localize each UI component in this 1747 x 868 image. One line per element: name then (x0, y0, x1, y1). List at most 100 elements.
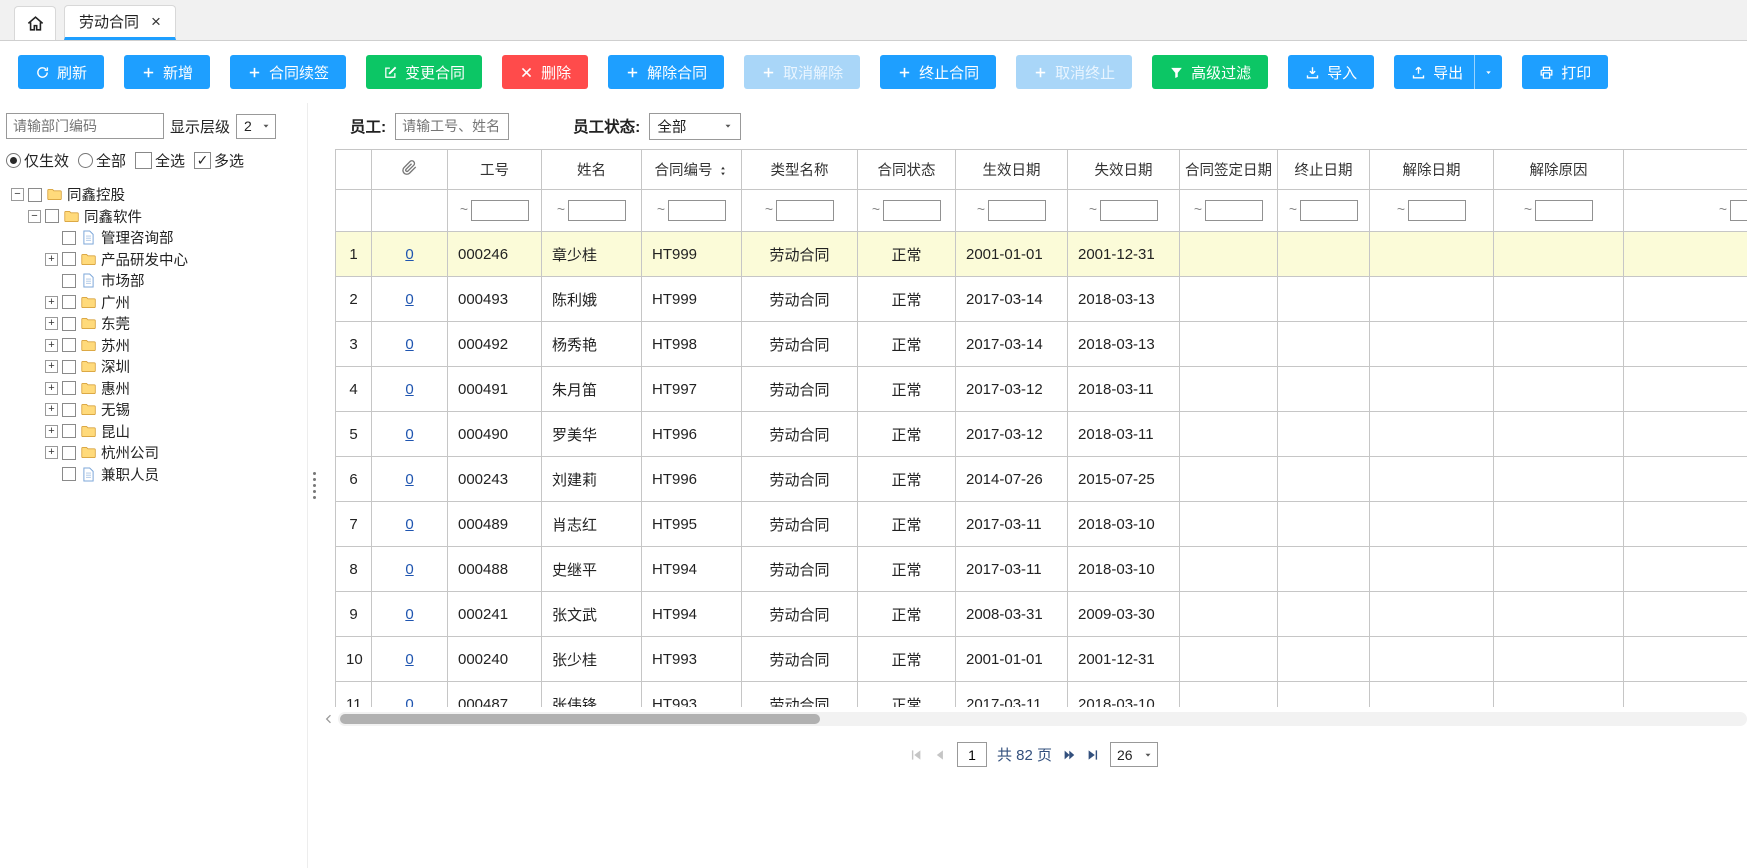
tree-node[interactable]: +无锡 (6, 399, 307, 421)
tree-checkbox[interactable] (62, 317, 76, 331)
contract-renew-button[interactable]: 合同续签 (230, 55, 346, 89)
advanced-filter-button[interactable]: 高级过滤 (1152, 55, 1268, 89)
tree-node[interactable]: − 同鑫控股 (6, 184, 307, 206)
tree-node-label[interactable]: 同鑫软件 (84, 206, 142, 227)
tree-node-label[interactable]: 管理咨询部 (101, 227, 174, 248)
checkbox-multi-select[interactable]: ✓多选 (194, 150, 244, 171)
dept-code-input[interactable] (6, 113, 164, 139)
tree-node[interactable]: + 苏州 (6, 335, 307, 357)
contract-rescind-button[interactable]: 解除合同 (608, 55, 724, 89)
refresh-button[interactable]: 刷新 (18, 55, 104, 89)
tree-node-label[interactable]: 东莞 (101, 313, 130, 334)
tree-node[interactable]: + 东莞 (6, 313, 307, 335)
radio-effective-only[interactable]: 仅生效 (6, 150, 69, 171)
column-header-type_name[interactable]: 类型名称 (742, 150, 858, 190)
column-header-emp_id[interactable]: 工号 (448, 150, 542, 190)
column-filter-input-sign_date[interactable] (1205, 200, 1263, 221)
next-page-button[interactable] (1062, 748, 1076, 762)
table-row[interactable]: 10000246章少桂HT999劳动合同正常2001-01-012001-12-… (336, 232, 1747, 277)
table-row[interactable]: 80000488史继平HT994劳动合同正常2017-03-112018-03-… (336, 547, 1747, 592)
page-size-select[interactable]: 26 (1110, 742, 1158, 767)
tree-checkbox[interactable] (62, 274, 76, 288)
tree-checkbox[interactable] (62, 381, 76, 395)
attachment-count-link[interactable]: 0 (405, 426, 413, 443)
column-filter-input-start_date[interactable] (988, 200, 1046, 221)
tree-checkbox[interactable] (62, 252, 76, 266)
import-button[interactable]: 导入 (1288, 55, 1374, 89)
scrollbar-thumb[interactable] (340, 714, 820, 724)
column-filter-input-extra[interactable] (1730, 200, 1747, 221)
expand-icon[interactable]: + (45, 339, 58, 352)
column-filter-input-end_date[interactable] (1100, 200, 1158, 221)
column-header-attach[interactable] (372, 150, 448, 190)
column-filter-input-type_name[interactable] (776, 200, 834, 221)
attachment-count-link[interactable]: 0 (405, 246, 413, 263)
splitter-handle[interactable] (308, 103, 320, 868)
tree-checkbox[interactable] (45, 209, 59, 223)
table-row[interactable]: 110000487张伟锋HT993劳动合同正常2017-03-112018-03… (336, 682, 1747, 708)
export-button[interactable]: 导出 (1394, 55, 1502, 89)
tab-labor-contract[interactable]: 劳动合同 × (64, 5, 176, 40)
column-header-extra[interactable] (1624, 150, 1747, 190)
column-filter-input-rescind_reason[interactable] (1535, 200, 1593, 221)
table-row[interactable]: 30000492杨秀艳HT998劳动合同正常2017-03-142018-03-… (336, 322, 1747, 367)
column-header-num[interactable] (336, 150, 372, 190)
attachment-count-link[interactable]: 0 (405, 651, 413, 668)
scroll-left-icon[interactable] (322, 712, 336, 726)
attachment-count-link[interactable]: 0 (405, 606, 413, 623)
print-button[interactable]: 打印 (1522, 55, 1608, 89)
export-dropdown[interactable] (1474, 55, 1493, 89)
expand-icon[interactable]: + (45, 296, 58, 309)
level-select[interactable]: 2 (236, 114, 276, 139)
tree-node-label[interactable]: 无锡 (101, 399, 130, 420)
tree-node-label[interactable]: 同鑫控股 (67, 184, 125, 205)
attachment-count-link[interactable]: 0 (405, 471, 413, 488)
tree-node-label[interactable]: 杭州公司 (101, 442, 159, 463)
tree-node[interactable]: + 杭州公司 (6, 442, 307, 464)
attachment-count-link[interactable]: 0 (405, 561, 413, 578)
collapse-icon[interactable]: − (11, 188, 24, 201)
tree-checkbox[interactable] (62, 295, 76, 309)
tree-node[interactable]: 市场部 (6, 270, 307, 292)
tree-checkbox[interactable] (62, 467, 76, 481)
tree-checkbox[interactable] (62, 360, 76, 374)
checkbox-select-all[interactable]: 全选 (135, 150, 185, 171)
contract-terminate-button[interactable]: 终止合同 (880, 55, 996, 89)
column-header-rescind_date[interactable]: 解除日期 (1370, 150, 1494, 190)
attachment-count-link[interactable]: 0 (405, 696, 413, 708)
tree-node-label[interactable]: 苏州 (101, 335, 130, 356)
attachment-count-link[interactable]: 0 (405, 516, 413, 533)
column-header-status[interactable]: 合同状态 (858, 150, 956, 190)
column-header-start_date[interactable]: 生效日期 (956, 150, 1068, 190)
column-filter-input-emp_id[interactable] (471, 200, 529, 221)
tree-checkbox[interactable] (28, 188, 42, 202)
expand-icon[interactable]: + (45, 317, 58, 330)
column-header-sign_date[interactable]: 合同签定日期 (1180, 150, 1278, 190)
table-row[interactable]: 90000241张文武HT994劳动合同正常2008-03-312009-03-… (336, 592, 1747, 637)
sort-icon[interactable] (717, 165, 729, 177)
column-header-rescind_reason[interactable]: 解除原因 (1494, 150, 1624, 190)
table-row[interactable]: 100000240张少桂HT993劳动合同正常2001-01-012001-12… (336, 637, 1747, 682)
tree-checkbox[interactable] (62, 231, 76, 245)
attachment-count-link[interactable]: 0 (405, 381, 413, 398)
add-button[interactable]: 新增 (124, 55, 210, 89)
table-row[interactable]: 70000489肖志红HT995劳动合同正常2017-03-112018-03-… (336, 502, 1747, 547)
expand-icon[interactable]: + (45, 446, 58, 459)
attachment-count-link[interactable]: 0 (405, 291, 413, 308)
expand-icon[interactable]: + (45, 425, 58, 438)
expand-icon[interactable]: + (45, 253, 58, 266)
scrollbar-track[interactable] (338, 712, 1747, 726)
tree-checkbox[interactable] (62, 446, 76, 460)
table-row[interactable]: 50000490罗美华HT996劳动合同正常2017-03-122018-03-… (336, 412, 1747, 457)
column-filter-input-contract_no[interactable] (668, 200, 726, 221)
column-filter-input-status[interactable] (883, 200, 941, 221)
table-row[interactable]: 20000493陈利娥HT999劳动合同正常2017-03-142018-03-… (336, 277, 1747, 322)
tree-node-label[interactable]: 市场部 (101, 270, 145, 291)
tree-node-label[interactable]: 昆山 (101, 421, 130, 442)
delete-button[interactable]: 删除 (502, 55, 588, 89)
attachment-count-link[interactable]: 0 (405, 336, 413, 353)
expand-icon[interactable]: + (45, 382, 58, 395)
tree-node[interactable]: +惠州 (6, 378, 307, 400)
column-header-contract_no[interactable]: 合同编号 (642, 150, 742, 190)
tree-node[interactable]: +广州 (6, 292, 307, 314)
